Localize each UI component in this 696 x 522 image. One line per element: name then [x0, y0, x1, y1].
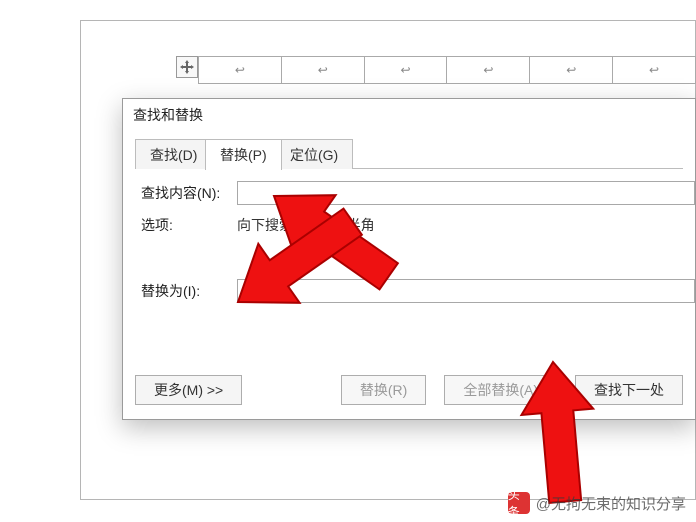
- document-table[interactable]: ↩ ↩ ↩ ↩ ↩ ↩: [198, 56, 696, 84]
- table-cell[interactable]: ↩: [198, 56, 282, 84]
- tab-find[interactable]: 查找(D): [135, 139, 212, 169]
- find-next-button[interactable]: 查找下一处: [575, 375, 683, 405]
- tab-replace[interactable]: 替换(P): [205, 139, 282, 170]
- table-move-handle[interactable]: [176, 56, 198, 78]
- table-cell[interactable]: ↩: [613, 56, 696, 84]
- table-cell[interactable]: ↩: [447, 56, 530, 84]
- more-button[interactable]: 更多(M) >>: [135, 375, 242, 405]
- replace-with-input[interactable]: [237, 279, 695, 303]
- replace-button[interactable]: 替换(R): [341, 375, 426, 405]
- dialog-title: 查找和替换: [123, 99, 695, 129]
- watermark-logo-icon: 头条: [508, 492, 530, 514]
- find-content-input[interactable]: [237, 181, 695, 205]
- find-replace-dialog: 查找和替换 查找(D) 替换(P) 定位(G) 查找内容(N): 选项: 向下搜…: [122, 98, 696, 420]
- app-background: ↩ ↩ ↩ ↩ ↩ ↩ 查找和替换 查找(D) 替换(P) 定位(G) 查找内容…: [0, 0, 696, 522]
- dialog-body: 查找内容(N): 选项: 向下搜索, 区分全/半角 替换为(I):: [123, 169, 695, 303]
- options-label: 选项:: [141, 215, 237, 235]
- watermark-text: @无拘无束的知识分享: [536, 493, 686, 514]
- tab-bar: 查找(D) 替换(P) 定位(G): [135, 139, 683, 169]
- table-cell[interactable]: ↩: [282, 56, 365, 84]
- replace-with-label: 替换为(I):: [141, 281, 237, 301]
- replace-all-button[interactable]: 全部替换(A): [444, 375, 557, 405]
- tab-goto[interactable]: 定位(G): [275, 139, 353, 169]
- find-content-label: 查找内容(N):: [141, 183, 237, 203]
- table-cell[interactable]: ↩: [530, 56, 613, 84]
- options-value: 向下搜索, 区分全/半角: [237, 215, 375, 235]
- dialog-button-row: 更多(M) >> 替换(R) 全部替换(A) 查找下一处: [123, 375, 695, 405]
- table-cell[interactable]: ↩: [365, 56, 448, 84]
- watermark: 头条 @无拘无束的知识分享: [508, 492, 686, 514]
